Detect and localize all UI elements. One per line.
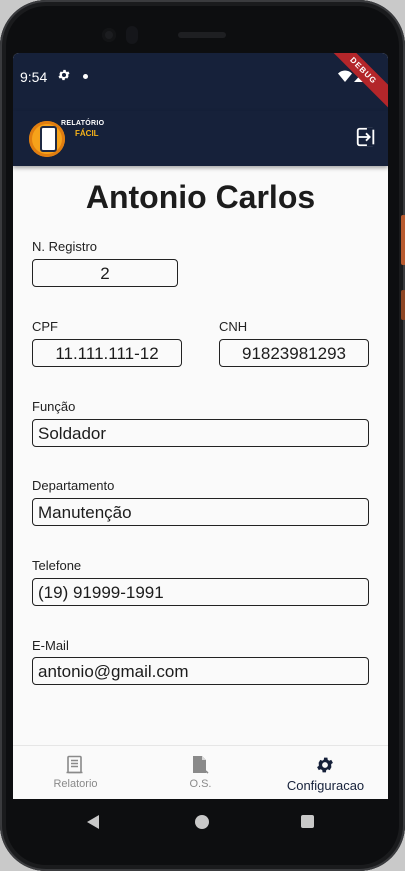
notification-dot-icon — [83, 74, 88, 79]
departamento-label: Departamento — [32, 478, 115, 493]
cpf-label: CPF — [32, 319, 58, 334]
home-icon[interactable] — [195, 815, 209, 829]
gear-icon — [317, 757, 333, 773]
logo-text-top: RELATÓRIO — [61, 120, 105, 127]
front-camera — [102, 28, 116, 42]
status-time: 9:54 — [20, 69, 48, 85]
profile-name: Antonio Carlos — [85, 179, 316, 215]
registro-label: N. Registro — [32, 239, 98, 254]
logout-icon[interactable] — [355, 126, 377, 148]
telefone-label: Telefone — [32, 558, 82, 573]
nav-item-configuracao[interactable]: Configuracao — [263, 746, 388, 799]
cpf-field[interactable]: 11.111.111-12 — [32, 339, 182, 367]
side-button-small — [401, 290, 405, 320]
earpiece-speaker — [178, 32, 226, 38]
nav-item-os[interactable]: O.S. — [138, 746, 263, 799]
document-icon — [66, 755, 83, 774]
sensor — [126, 26, 138, 44]
file-arrow-icon — [193, 756, 209, 774]
back-icon[interactable] — [86, 814, 100, 830]
logo-phone-icon — [40, 126, 57, 152]
app-bar: RELATÓRIO FÁCIL — [13, 111, 388, 166]
departamento-field[interactable]: Manutenção — [32, 498, 369, 526]
funcao-field[interactable]: Soldador — [32, 419, 369, 447]
cnh-field[interactable]: 91823981293 — [219, 339, 369, 367]
cnh-label: CNH — [219, 319, 248, 334]
nav-label-configuracao: Configuracao — [286, 778, 365, 793]
settings-icon — [58, 69, 70, 81]
email-label: E-Mail — [32, 638, 69, 653]
funcao-label: Função — [32, 399, 76, 414]
nav-item-relatorio[interactable]: Relatorio — [13, 746, 138, 799]
wifi-icon — [338, 70, 352, 82]
logo-text-bottom: FÁCIL — [75, 129, 99, 138]
side-button — [401, 215, 405, 265]
system-navigation-bar — [13, 799, 388, 845]
status-bar: 9:54 DEBUG — [13, 53, 388, 116]
app-screen: 9:54 DEBUG RELATÓRIO FÁCIL Antonio Carlo… — [13, 53, 388, 799]
registro-field[interactable]: 2 — [32, 259, 178, 287]
recent-apps-icon[interactable] — [301, 815, 314, 828]
bottom-navigation: Relatorio O.S. Configuracao — [13, 745, 388, 799]
nav-label-os: O.S. — [189, 778, 212, 790]
email-field[interactable]: antonio@gmail.com — [32, 657, 369, 685]
debug-banner: DEBUG — [318, 53, 388, 116]
nav-label-relatorio: Relatorio — [53, 778, 98, 790]
telefone-field[interactable]: (19) 91999-1991 — [32, 578, 369, 606]
